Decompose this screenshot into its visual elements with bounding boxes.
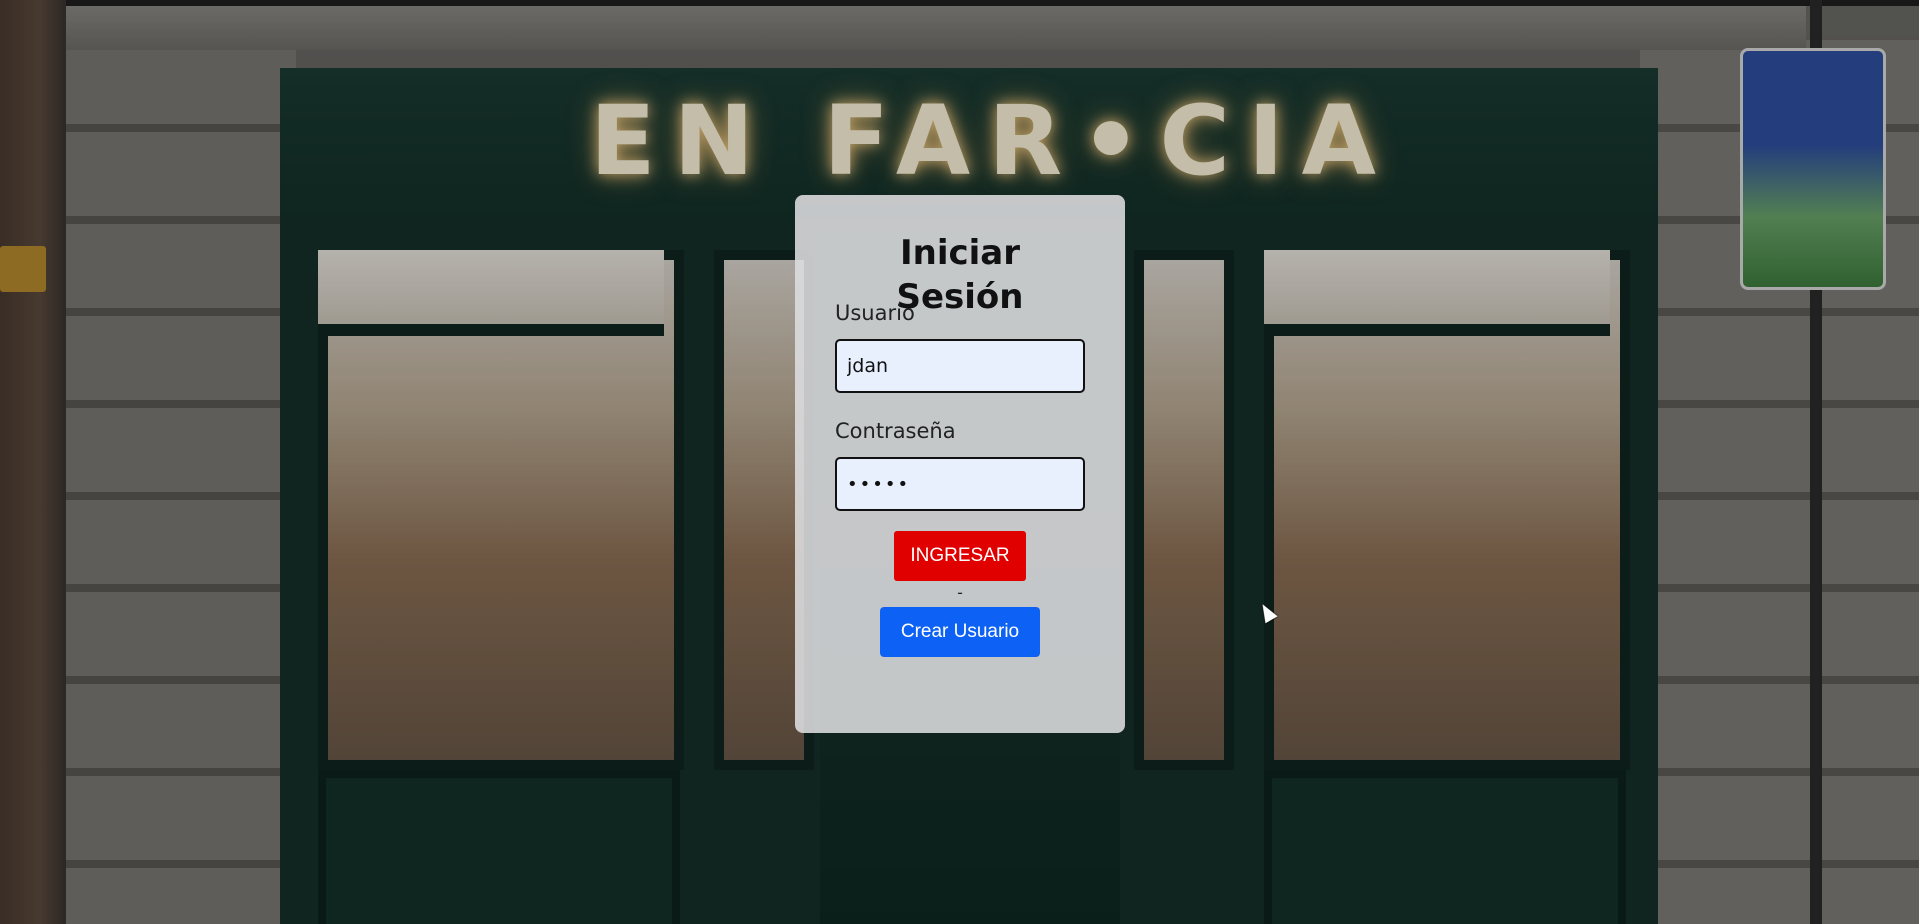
password-input[interactable] <box>835 457 1085 511</box>
username-input[interactable] <box>835 339 1085 393</box>
login-title: Iniciar Sesión <box>896 233 1024 317</box>
button-separator: - <box>957 583 963 602</box>
create-row: Crear Usuario <box>835 601 1085 657</box>
create-user-button[interactable]: Crear Usuario <box>880 607 1040 657</box>
ingresar-button[interactable]: INGRESAR <box>894 531 1026 581</box>
submit-row: INGRESAR <box>835 511 1085 581</box>
password-label: Contraseña <box>835 419 956 443</box>
login-card: Iniciar Sesión Usuario Contraseña INGRES… <box>795 195 1125 733</box>
